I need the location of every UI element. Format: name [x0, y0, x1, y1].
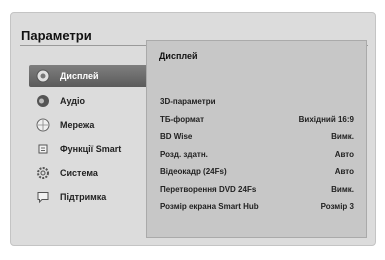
setting-value: Вимк. [331, 132, 354, 142]
setting-label: BD Wise [160, 132, 193, 142]
setting-label: ТБ-формат [160, 114, 205, 124]
setting-label: Відеокадр (24Fs) [160, 167, 227, 177]
setting-value: Вихідний 16:9 [298, 114, 354, 124]
support-icon [37, 192, 49, 204]
setting-label: Розд. здатн. [160, 149, 208, 159]
display-settings-panel: Дисплей 3D-параметри ТБ-формат Вихідний … [146, 40, 367, 238]
panel-title: Дисплей [159, 51, 198, 61]
menu-item-label: Функції Smart [60, 144, 122, 154]
menu-item-display[interactable]: Дисплей [29, 65, 149, 87]
menu-item-support[interactable]: Підтримка [29, 185, 149, 209]
display-icon [36, 69, 50, 83]
setting-value: Розмір 3 [320, 202, 354, 212]
setting-value: Вимк. [331, 184, 354, 194]
setting-value: Авто [334, 149, 354, 159]
system-gear-icon [37, 167, 49, 179]
setting-label: Розмір екрана Smart Hub [160, 202, 259, 212]
network-icon [36, 118, 50, 132]
settings-screen: Параметри Дисплей Аудіо Мережа Функції S… [10, 12, 376, 246]
menu-item-label: Система [60, 168, 98, 178]
setting-movie-frame[interactable]: Відеокадр (24Fs) Авто [160, 163, 354, 181]
menu-item-smart-features[interactable]: Функції Smart [29, 137, 149, 161]
menu-item-label: Дисплей [60, 71, 99, 81]
setting-smart-hub-size[interactable]: Розмір екрана Smart Hub Розмір 3 [160, 198, 354, 216]
menu-item-audio[interactable]: Аудіо [29, 89, 149, 113]
setting-3d[interactable]: 3D-параметри [160, 93, 354, 111]
setting-dvd-24fs[interactable]: Перетворення DVD 24Fs Вимк. [160, 181, 354, 199]
setting-label: Перетворення DVD 24Fs [160, 184, 257, 194]
smart-features-icon [38, 144, 48, 154]
setting-label: 3D-параметри [160, 97, 216, 107]
setting-value: Авто [334, 167, 354, 177]
settings-list: 3D-параметри ТБ-формат Вихідний 16:9 BD … [160, 93, 354, 216]
menu-item-system[interactable]: Система [29, 161, 149, 185]
setting-resolution[interactable]: Розд. здатн. Авто [160, 146, 354, 164]
menu-item-network[interactable]: Мережа [29, 113, 149, 137]
audio-icon [37, 95, 49, 107]
setting-bd-wise[interactable]: BD Wise Вимк. [160, 128, 354, 146]
settings-menu: Дисплей Аудіо Мережа Функції Smart Систе… [29, 65, 149, 209]
page-title: Параметри [21, 28, 92, 43]
menu-item-label: Аудіо [60, 96, 85, 106]
setting-tv-aspect[interactable]: ТБ-формат Вихідний 16:9 [160, 111, 354, 129]
menu-item-label: Мережа [60, 120, 95, 130]
menu-item-label: Підтримка [60, 192, 107, 202]
